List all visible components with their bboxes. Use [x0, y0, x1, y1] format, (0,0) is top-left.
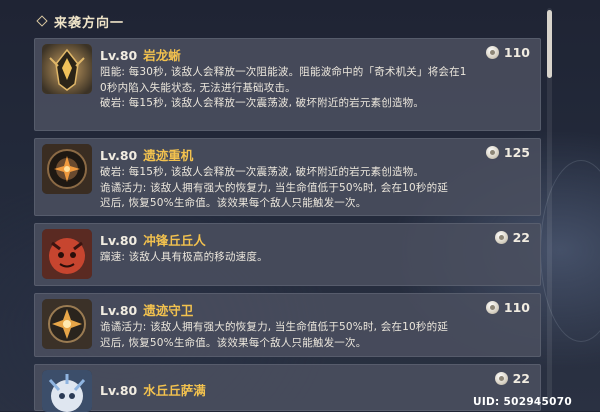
description-line: 0秒内陷入失能状态, 无法进行基础攻击。: [100, 81, 296, 94]
enemy-points: 110: [485, 45, 530, 60]
point-coin-icon: [485, 146, 499, 159]
enemy-description: 阻能: 每30秒, 该敌人会释放一次阻能波。阻能波命中的「奇术机关」将会在1 0…: [100, 65, 532, 112]
hilichurl-icon: [42, 229, 92, 279]
enemy-card[interactable]: Lv.80 冲锋丘丘人 22 蹿速: 该敌人具有极高的移动速度。: [34, 223, 541, 286]
enemy-points-value: 125: [503, 145, 530, 160]
enemy-level: Lv.80: [100, 48, 138, 63]
enemy-name: 遗迹重机: [143, 148, 194, 163]
scrollbar[interactable]: [547, 8, 552, 403]
description-line: 迟后, 恢复50%生命值。该效果每个敌人只能触发一次。: [100, 197, 367, 209]
description-line: 蹿速: 该敌人具有极高的移动速度。: [100, 251, 268, 263]
description-line: 破岩: 每15秒, 该敌人会释放一次震荡波, 破坏附近的岩元素创造物。: [100, 97, 425, 109]
enemy-points: 110: [485, 300, 530, 315]
enemy-points: 22: [494, 371, 530, 386]
enemy-points-value: 22: [512, 230, 530, 245]
section-title: 来袭方向一: [54, 15, 125, 31]
ruin-guard-icon: [42, 299, 92, 349]
enemy-level-name: Lv.80 遗迹重机: [100, 145, 193, 164]
enemy-level-name: Lv.80 水丘丘萨满: [100, 380, 206, 399]
enemy-level-name: Lv.80 冲锋丘丘人: [100, 230, 206, 249]
rock-lizard-icon: [42, 44, 92, 94]
point-coin-icon: [494, 231, 508, 244]
enemy-level: Lv.80: [100, 383, 138, 398]
enemy-points-value: 110: [503, 300, 530, 315]
ruin-grader-icon: [42, 144, 92, 194]
enemy-card[interactable]: Lv.80 水丘丘萨满 22: [34, 364, 541, 412]
description-line: 诡谲活力: 该敌人拥有强大的恢复力, 当生命值低于50%时, 会在10秒的延: [100, 181, 449, 194]
enemy-points: 22: [494, 230, 530, 245]
player-uid: UID: 502945070: [473, 396, 572, 408]
enemy-description: 诡谲活力: 该敌人拥有强大的恢复力, 当生命值低于50%时, 会在10秒的延 迟…: [100, 320, 532, 351]
enemy-name: 岩龙蜥: [143, 48, 181, 63]
description-line: 阻能: 每30秒, 该敌人会释放一次阻能波。阻能波命中的「奇术机关」将会在1: [100, 66, 467, 78]
enemy-description: 蹿速: 该敌人具有极高的移动速度。: [100, 250, 532, 266]
enemy-card[interactable]: Lv.80 岩龙蜥 110 阻能: 每30秒, 该敌人会释放一次阻能波。阻能波命中…: [34, 38, 541, 131]
enemy-name: 遗迹守卫: [143, 303, 194, 318]
diamond-icon: [36, 15, 48, 27]
description-line: 破岩: 每15秒, 该敌人会释放一次震荡波, 破坏附近的岩元素创造物。: [100, 166, 425, 178]
enemy-card[interactable]: Lv.80 遗迹重机 125 破岩: 每15秒, 该敌人会释放一次震荡波, 破坏附…: [34, 138, 541, 216]
description-line: 诡谲活力: 该敌人拥有强大的恢复力, 当生命值低于50%时, 会在10秒的延: [100, 321, 449, 333]
enemy-card[interactable]: Lv.80 遗迹守卫 110 诡谲活力: 该敌人拥有强大的恢复力, 当生命值低于5…: [34, 293, 541, 357]
enemy-level: Lv.80: [100, 233, 138, 248]
scrollbar-thumb[interactable]: [547, 10, 552, 78]
enemy-level: Lv.80: [100, 303, 138, 318]
enemy-points-value: 110: [503, 45, 530, 60]
enemy-level-name: Lv.80 遗迹守卫: [100, 300, 193, 319]
enemy-level-name: Lv.80 岩龙蜥: [100, 45, 181, 64]
point-coin-icon: [485, 301, 499, 314]
enemy-points: 125: [485, 145, 530, 160]
enemy-points-value: 22: [512, 371, 530, 386]
enemy-name: 水丘丘萨满: [143, 383, 206, 398]
description-line: 迟后, 恢复50%生命值。该效果每个敌人只能触发一次。: [100, 336, 367, 349]
enemy-level: Lv.80: [100, 148, 138, 163]
enemy-name: 冲锋丘丘人: [143, 233, 206, 248]
point-coin-icon: [485, 46, 499, 59]
point-coin-icon: [494, 372, 508, 385]
section-header: 来袭方向一: [36, 10, 538, 32]
hydro-samachurl-icon: [42, 370, 92, 412]
enemy-description: 破岩: 每15秒, 该敌人会释放一次震荡波, 破坏附近的岩元素创造物。 诡谲活力…: [100, 165, 532, 212]
